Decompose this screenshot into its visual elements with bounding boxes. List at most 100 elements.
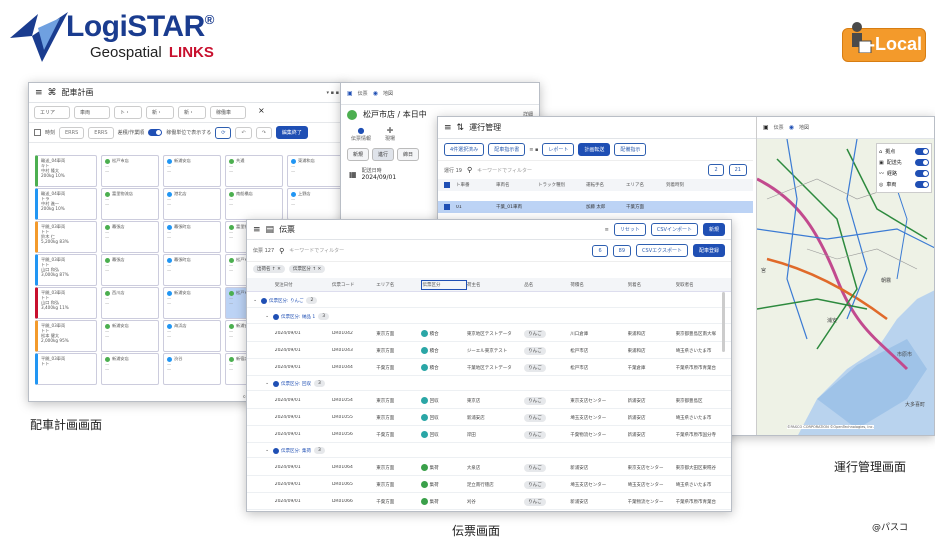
operating-vehicle-select[interactable]: 稼働車 — [210, 106, 246, 119]
vehicle-card[interactable]: 平開_03車両 トト 松本 健太 2,000kg 95% — [35, 320, 97, 352]
denpyo-col[interactable]: 受注日付 — [275, 282, 332, 288]
group-row[interactable]: ⌄ 伝票区分: 回収 3 — [247, 377, 731, 391]
stop-card[interactable]: 幕張町店 — — — [163, 221, 221, 253]
layer-toggle[interactable] — [915, 159, 929, 166]
stop-card[interactable]: 新浦安店 — — — [101, 320, 159, 352]
col-car-no[interactable]: ト車番 — [456, 182, 496, 188]
table-row[interactable]: 2024/09/01 DR01064 東京方面 集荷 大泉店 りんご 新浦安店 東京支店センタ… — [247, 460, 731, 476]
subtab-deadline[interactable]: 締日 — [397, 148, 420, 161]
stop-card[interactable]: 西川店 — — — [101, 287, 159, 319]
group-row[interactable]: ⌄ 伝票区分: 納品 13 — [247, 310, 731, 324]
filter-icon[interactable]: ▾ ▪ ▪ — [327, 90, 339, 96]
vehicle-card[interactable]: 平開_03車両 トト 山口 和弘 3,400kg 11% — [35, 287, 97, 319]
deploy-button[interactable]: 配備指示 — [614, 143, 647, 156]
columns-button[interactable]: 89 — [612, 244, 632, 257]
vehicle-card[interactable]: 平開_03車両 トト 鈴木 仁 5,200kg 83% — [35, 221, 97, 253]
table-row[interactable]: 2024/09/01 DR01042 東京方面 積合 東京地区テストデータ りんご 川口倉庫… — [247, 326, 731, 342]
denpyo-search-input[interactable]: キーワードでフィルター — [289, 247, 587, 254]
stop-card[interactable]: 新浦安店 — — — [101, 353, 159, 385]
dispatch-sheet-button[interactable]: 配車指示書 — [488, 143, 526, 156]
group-row[interactable]: ⌄ 伝票区分: 集荷 3 — [247, 444, 731, 458]
layer-row[interactable]: ▣ 配送先 — [879, 157, 929, 168]
chevron-down-icon[interactable]: ⌄ — [247, 381, 273, 386]
report-button[interactable]: レポート — [542, 143, 575, 156]
view-toggle-icon[interactable]: ≡ ▪ — [529, 147, 538, 153]
chevron-down-icon[interactable]: ⌄ — [247, 448, 273, 453]
map-tab[interactable]: 地図 — [383, 90, 393, 97]
chevron-down-icon[interactable]: ⌄ — [247, 314, 273, 319]
table-row[interactable]: 2024/09/01 DR01054 東京方面 回収 東京店 りんご 東京支店センター 新浦安… — [247, 393, 731, 409]
vehicle-card[interactable]: 輸送_04車両 キト 中村 隆太 200kg 10% — [35, 155, 97, 187]
table-row[interactable]: 2024/09/01 DR01065 東京方面 集荷 足立南行徳店 りんご 埼玉支店センター… — [247, 477, 731, 493]
denpyo-col[interactable]: 荷積名 — [570, 282, 627, 288]
unko-selected-row[interactable]: 01 千葉_01車両 加藤 太郎 千葉方面 — [438, 201, 753, 213]
vehicle-card[interactable]: 平開_03車両 トト — [35, 353, 97, 385]
stop-card[interactable]: 上野店 — — — [287, 188, 345, 220]
stop-card[interactable]: 渋谷 — — — [163, 353, 221, 385]
new-button[interactable]: 新規 — [702, 223, 725, 236]
table-row[interactable]: 2024/09/01 DR01043 東京方面 積合 ジーエル東京テスト りんご 松戸市店 東… — [247, 343, 731, 359]
area-select[interactable]: エリア — [34, 106, 70, 119]
stop-card[interactable]: 幕張町店 — — — [163, 254, 221, 286]
denpyo-col[interactable]: 受取者名 — [676, 282, 731, 288]
finish-edit-button[interactable]: 編集終了 — [275, 126, 308, 139]
row-checkbox[interactable] — [444, 204, 450, 210]
selected-count-button[interactable]: 4件選択済み — [444, 143, 485, 156]
col-arrival[interactable]: 到着時刻 — [666, 182, 711, 188]
vehicle-select[interactable]: 車両 — [74, 106, 110, 119]
new-select-2[interactable]: 新・ — [178, 106, 206, 119]
scrollbar[interactable] — [722, 292, 725, 352]
errs-button-a[interactable]: ERRS — [59, 126, 85, 139]
denpyo-col[interactable]: 伝票コード — [332, 282, 376, 288]
errs-button-b[interactable]: ERRS — [88, 126, 114, 139]
group-chip-slip-type[interactable]: 伝票区分 ↑ ✕ — [288, 265, 326, 273]
col-area[interactable]: エリア名 — [626, 182, 666, 188]
stop-card[interactable]: 松戸市店 — — — [101, 155, 159, 187]
select-all-checkbox[interactable] — [34, 129, 41, 136]
map-map-tab[interactable]: 地図 — [799, 124, 809, 131]
assign-button[interactable]: 配車登録 — [692, 244, 725, 257]
vehicle-card[interactable]: 平開_03車両 トト 山口 和弘 3,000kg 87% — [35, 254, 97, 286]
denpyo-col[interactable]: 荷主名 — [467, 282, 524, 288]
vehicle-card[interactable]: 輸送_04車両 トラ 中村 進一 200kg 10% — [35, 188, 97, 220]
stop-card[interactable]: 新浦安店 — — — [163, 287, 221, 319]
layer-row[interactable]: ⌂ 拠点 — [879, 146, 929, 157]
unit-toggle[interactable] — [148, 129, 163, 136]
csv-export-button[interactable]: CSVエクスポート — [636, 244, 688, 257]
stop-card[interactable]: 幕張店 — — — [101, 221, 159, 253]
group-chip-product[interactable]: 出荷名 ↑ ✕ — [253, 265, 285, 273]
filter-count-button[interactable]: 2 — [708, 164, 724, 176]
map-slip-tab[interactable]: 伝票 — [774, 124, 784, 131]
stop-card[interactable]: 新浦安店 — — — [163, 155, 221, 187]
layer-row[interactable]: 〰経路 — [879, 168, 929, 179]
csv-import-button[interactable]: CSVインポート — [650, 223, 698, 236]
denpyo-col[interactable]: エリア名 — [376, 282, 420, 288]
stop-card[interactable]: 共通 — — — [225, 155, 283, 187]
col-vehicle[interactable]: 車両名 — [496, 182, 538, 188]
sync-icon[interactable]: ⟳ — [215, 126, 232, 139]
unko-search-input[interactable]: キーワードでフィルター — [477, 167, 703, 174]
layer-toggle[interactable] — [915, 170, 929, 177]
layer-row[interactable]: ◎ 車両 — [879, 179, 929, 190]
denpyo-col[interactable]: 到着名 — [628, 282, 676, 288]
view-list-icon[interactable]: ≡ — [605, 227, 609, 233]
column-count-button[interactable]: 21 — [728, 164, 747, 176]
redo-icon[interactable]: ↷ — [255, 126, 272, 139]
header-checkbox[interactable] — [444, 182, 450, 188]
table-row[interactable]: 2024/09/01 DR01056 千葉方面 回収 岸田 りんご 千葉物流センター 新浦安店… — [247, 427, 731, 443]
menu-icon[interactable]: ≡ — [253, 225, 261, 235]
chevron-down-icon[interactable]: ⌄ — [247, 298, 261, 303]
plan-transfer-button[interactable]: 計画転送 — [578, 143, 611, 156]
stop-card[interactable]: 幕張店 — — — [101, 254, 159, 286]
group-row[interactable]: ⌄ 伝票区分: りんご 2 — [247, 294, 731, 308]
menu-icon[interactable]: ≡ — [35, 88, 43, 98]
denpyo-col[interactable]: 品名 — [524, 282, 570, 288]
stop-card[interactable]: 港北店 — — — [163, 188, 221, 220]
truck-select[interactable]: ト・ — [114, 106, 142, 119]
denpyo-col[interactable]: 伝票区分 — [420, 279, 468, 290]
table-row[interactable]: 2024/09/01 DR01044 千葉方面 積合 千葉地区テストデータ りんご 松戸市店… — [247, 360, 731, 376]
menu-icon[interactable]: ≡ — [444, 123, 452, 133]
layer-toggle[interactable] — [915, 181, 929, 188]
layer-toggle[interactable] — [915, 148, 929, 155]
filter-button[interactable]: 6 — [592, 244, 608, 257]
